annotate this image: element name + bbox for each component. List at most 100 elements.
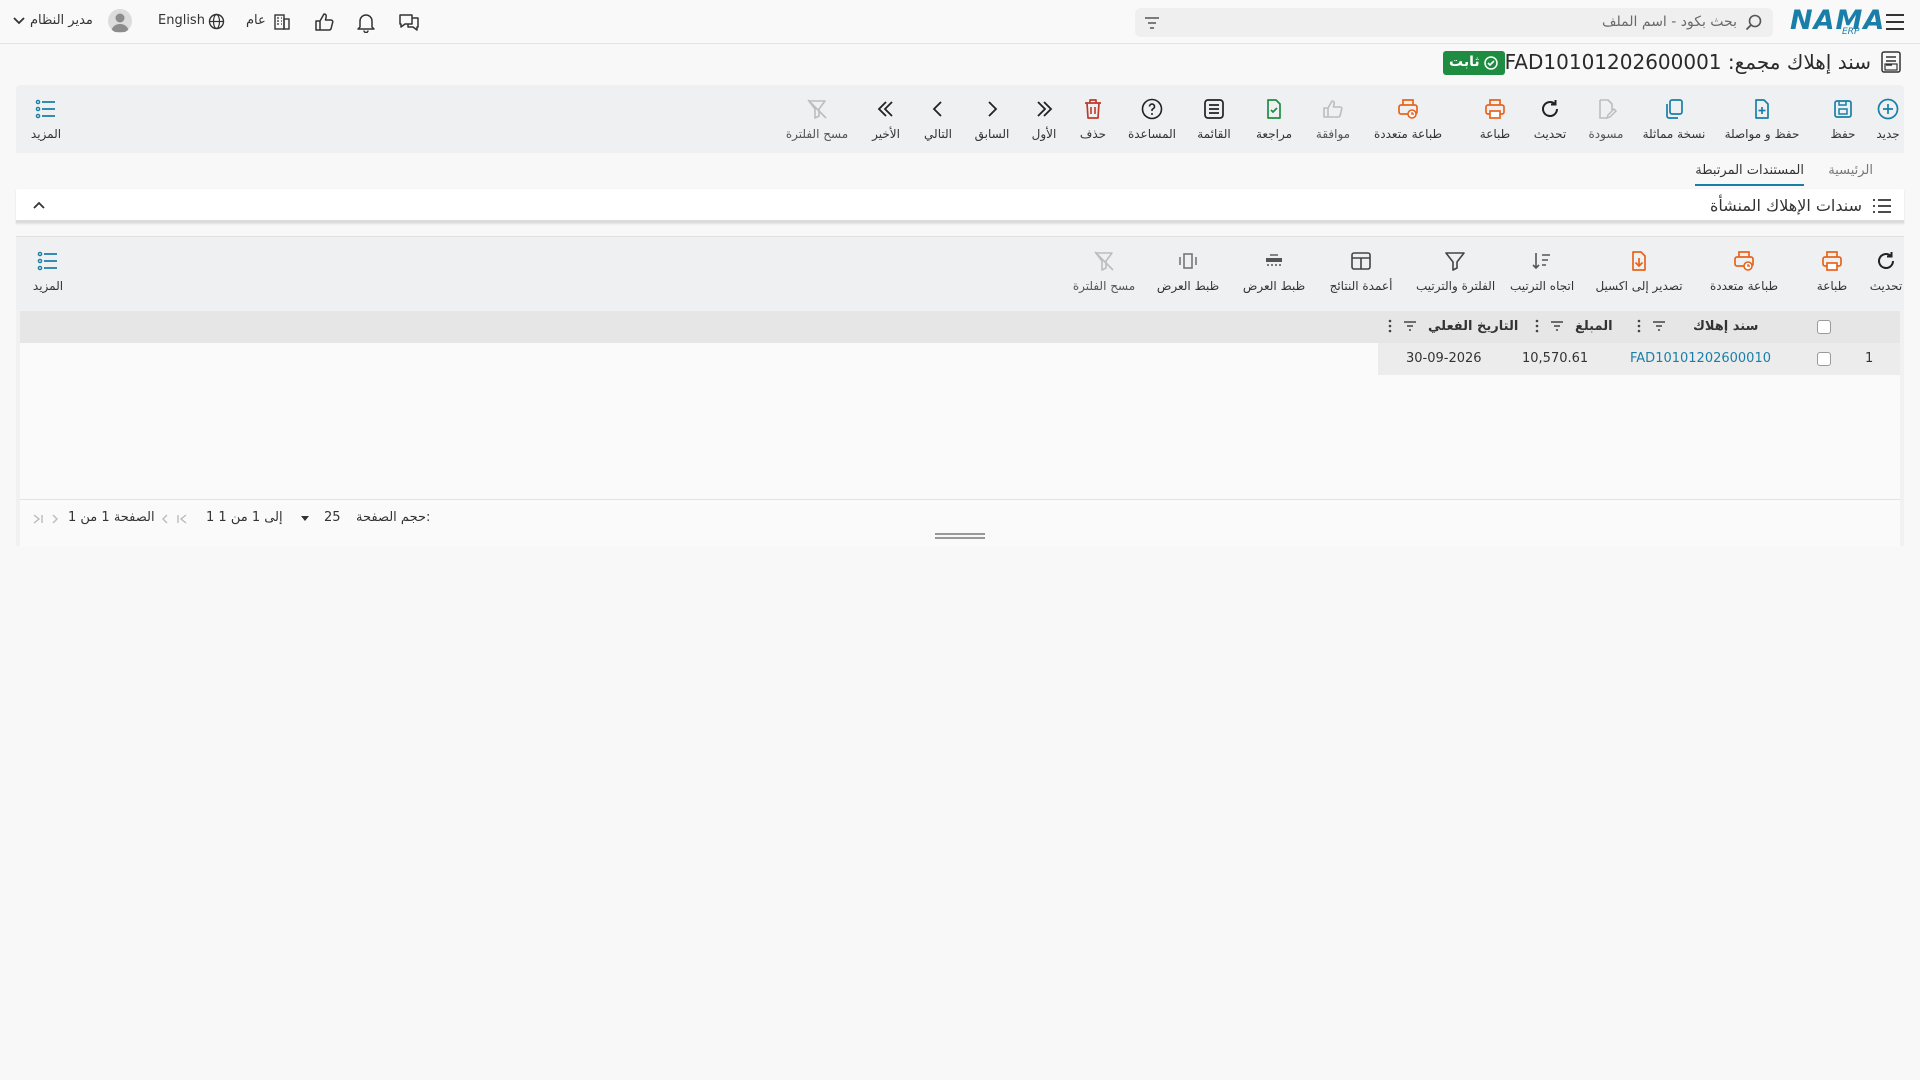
auto-fit-label: ظبط العرض	[1156, 279, 1220, 293]
filter-icon[interactable]	[1550, 320, 1564, 332]
print-button[interactable]: طباعة	[1475, 97, 1515, 141]
approve-button[interactable]: موافقة	[1312, 97, 1354, 141]
draft-label: مسودة	[1588, 127, 1624, 141]
delete-label: حذف	[1079, 127, 1107, 141]
filter-sort-button[interactable]: الفلترة والترتيب	[1416, 249, 1495, 293]
new-button[interactable]: جديد	[1870, 97, 1906, 141]
select-all-checkbox[interactable]	[1817, 320, 1831, 334]
previous-page-icon[interactable]	[160, 513, 170, 525]
more-label: المزيد	[30, 127, 62, 141]
double-chevron-left-icon	[874, 97, 898, 121]
draft-button[interactable]: مسودة	[1586, 97, 1626, 141]
user-menu[interactable]: مدير النظام	[10, 8, 134, 36]
language-switch[interactable]: English	[158, 8, 228, 36]
delete-button[interactable]: حذف	[1076, 97, 1110, 141]
grid-multi-print-button[interactable]: طباعة متعددة	[1706, 249, 1782, 293]
list-button[interactable]: القائمة	[1194, 97, 1234, 141]
date-value: 30-09-2026	[1406, 351, 1482, 366]
nama-logo[interactable]: NAMA ERP	[1790, 5, 1884, 37]
table-row[interactable]: 1 FAD10101202600010 10,570.61 30-09-2026	[1378, 343, 1900, 375]
trash-icon	[1081, 97, 1105, 121]
printer-icon	[1820, 249, 1844, 273]
amount-value: 10,570.61	[1522, 351, 1589, 366]
multi-print-button[interactable]: طباعة متعددة	[1370, 97, 1446, 141]
fit-width-label: ظبط العرض	[1242, 279, 1306, 293]
duplicate-button[interactable]: نسخة مماثلة	[1634, 97, 1714, 141]
column-header-amount[interactable]: المبلغ	[1575, 319, 1613, 334]
grid-print-label: طباعة	[1816, 279, 1848, 293]
grid-clear-filter-button[interactable]: مسح الفلترة	[1072, 249, 1136, 293]
chat-icon[interactable]	[397, 11, 419, 33]
export-excel-label: تصدير إلى اكسيل	[1595, 279, 1683, 293]
tab-related-documents[interactable]: المستندات المرتبطة	[1695, 163, 1804, 186]
refresh-button[interactable]: تحديث	[1531, 97, 1569, 141]
row-checkbox[interactable]	[1817, 352, 1831, 366]
search-icon	[1745, 14, 1763, 32]
last-button[interactable]: الأخير	[868, 97, 904, 141]
clear-filter-button[interactable]: مسح الفلترة	[784, 97, 850, 141]
last-page-icon[interactable]	[32, 513, 44, 525]
multi-printer-icon	[1732, 249, 1756, 273]
last-label: الأخير	[872, 127, 900, 141]
grid-refresh-button[interactable]: تحديث	[1868, 249, 1904, 293]
search-input[interactable]: بحث بكود - اسم الملف	[1135, 8, 1773, 37]
printer-icon	[1483, 97, 1507, 121]
language-label: English	[158, 13, 205, 28]
list-label: القائمة	[1197, 127, 1231, 141]
previous-button[interactable]: السابق	[972, 97, 1012, 141]
print-label: طباعة	[1479, 127, 1511, 141]
grid-print-button[interactable]: طباعة	[1812, 249, 1852, 293]
save-continue-label: حفظ و مواصلة	[1724, 127, 1800, 141]
column-menu-icon[interactable]	[1535, 319, 1539, 333]
collapse-chevron-icon[interactable]	[32, 199, 46, 211]
column-header-voucher[interactable]: سند إهلاك	[1693, 319, 1758, 334]
save-continue-button[interactable]: حفظ و مواصلة	[1720, 97, 1804, 141]
thumbs-up-icon[interactable]	[313, 11, 335, 33]
bell-icon[interactable]	[355, 11, 377, 33]
grid-more-button[interactable]: المزيد	[30, 249, 66, 293]
next-page-icon[interactable]	[50, 513, 60, 525]
help-button[interactable]: المساعدة	[1126, 97, 1178, 141]
section-header: سندات الإهلاك المنشأة	[16, 189, 1904, 223]
auto-fit-button[interactable]: ظبط العرض	[1156, 249, 1220, 293]
grid-clear-filter-label: مسح الفلترة	[1072, 279, 1136, 293]
double-chevron-right-icon	[1032, 97, 1056, 121]
fit-width-button[interactable]: ظبط العرض	[1242, 249, 1306, 293]
filter-lines-icon[interactable]	[1143, 15, 1161, 31]
first-button[interactable]: الأول	[1028, 97, 1060, 141]
column-menu-icon[interactable]	[1637, 319, 1641, 333]
column-header-actual-date[interactable]: التاريخ الفعلي	[1428, 319, 1518, 334]
top-bar: NAMA ERP بحث بكود - اسم الملف مدير النظا…	[0, 0, 1920, 44]
sort-icon	[1530, 249, 1554, 273]
edit-file-icon	[1594, 97, 1618, 121]
tab-main[interactable]: الرئيسية	[1828, 163, 1873, 178]
export-excel-button[interactable]: تصدير إلى اكسيل	[1594, 249, 1684, 293]
review-button[interactable]: مراجعة	[1252, 97, 1296, 141]
first-page-icon[interactable]	[176, 513, 188, 525]
file-download-icon	[1627, 249, 1651, 273]
first-label: الأول	[1031, 127, 1057, 141]
sort-direction-button[interactable]: اتجاه الترتيب	[1510, 249, 1574, 293]
result-columns-button[interactable]: أعمدة النتائج	[1328, 249, 1394, 293]
user-name: مدير النظام	[30, 13, 93, 28]
save-label: حفظ	[1830, 127, 1856, 141]
grid-header: سند إهلاك المبلغ التاريخ الفعلي	[20, 311, 1900, 343]
caret-down-icon[interactable]	[300, 515, 310, 522]
scope-switch[interactable]: عام	[246, 8, 296, 36]
save-icon	[1831, 97, 1855, 121]
menu-icon[interactable]	[1884, 12, 1906, 32]
filter-icon[interactable]	[1403, 320, 1417, 332]
more-button[interactable]: المزيد	[28, 97, 64, 141]
next-button[interactable]: التالي	[918, 97, 958, 141]
voucher-link[interactable]: FAD10101202600010	[1630, 351, 1771, 366]
thumbs-up-icon	[1321, 97, 1345, 121]
save-button[interactable]: حفظ	[1824, 97, 1862, 141]
globe-icon	[208, 13, 225, 30]
copy-icon	[1662, 97, 1686, 121]
page-size-select[interactable]: 25	[324, 510, 341, 525]
page-size-label: حجم الصفحة:	[356, 510, 431, 525]
resize-handle[interactable]	[935, 533, 985, 539]
filter-icon[interactable]	[1652, 320, 1666, 332]
column-menu-icon[interactable]	[1388, 319, 1392, 333]
filter-off-icon	[805, 97, 829, 121]
